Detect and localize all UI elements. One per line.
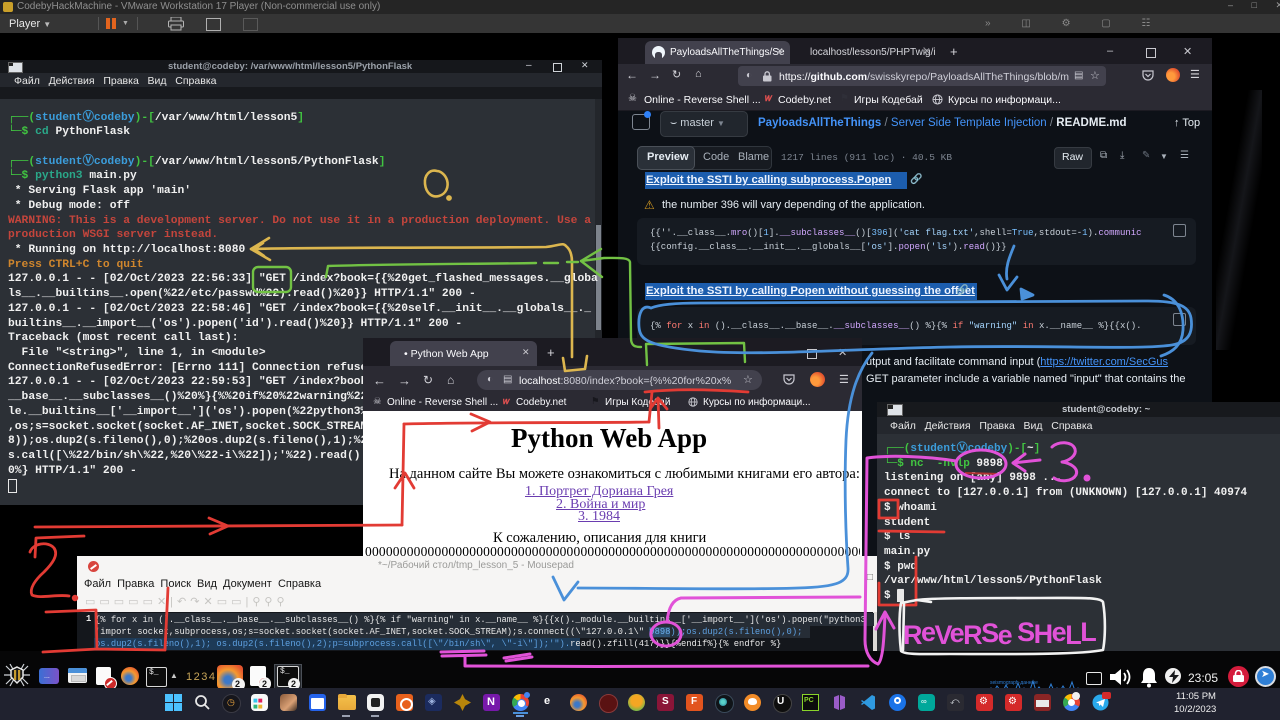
svg-text:seismograph·данные: seismograph·данные [990, 680, 1038, 686]
